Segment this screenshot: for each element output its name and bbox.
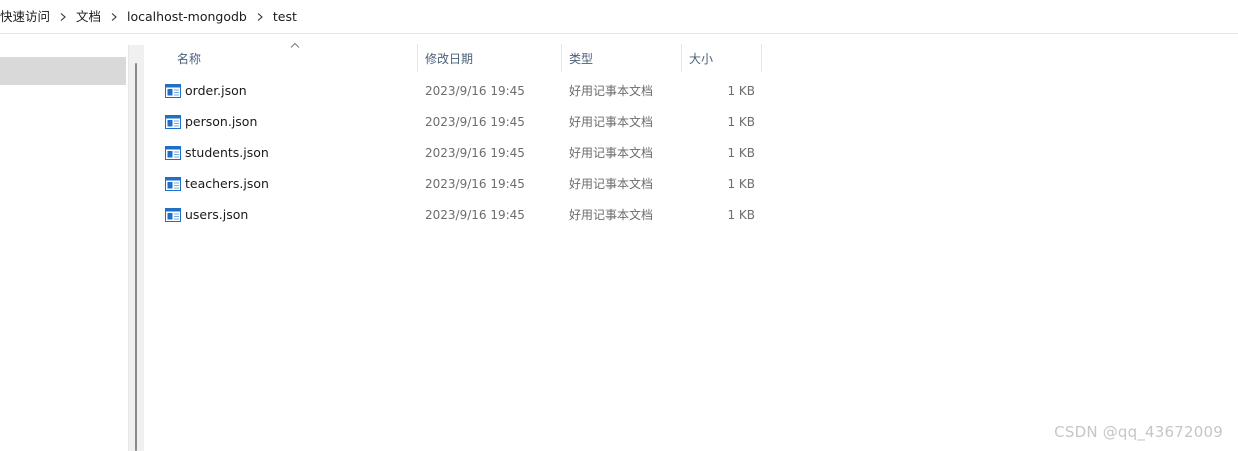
column-header-label: 名称 — [177, 51, 202, 66]
breadcrumb-item-documents[interactable]: 文档 — [72, 6, 105, 28]
breadcrumb-item-localhost-mongodb[interactable]: localhost-mongodb — [123, 6, 251, 28]
file-type: 好用记事本文档 — [569, 84, 654, 98]
file-row[interactable]: order.json 2023/9/16 19:45 好用记事本文档 1 KB — [161, 77, 763, 105]
nav-selected-item[interactable] — [0, 57, 126, 85]
file-explorer-window: 快速访问 文档 localhost-mongodb test 名称 修改日期 类… — [0, 0, 1238, 451]
file-date: 2023/9/16 19:45 — [425, 208, 525, 222]
file-size: 1 KB — [727, 84, 755, 98]
column-header-date[interactable]: 修改日期 — [417, 44, 561, 72]
breadcrumb: 快速访问 文档 localhost-mongodb test — [0, 0, 1238, 34]
breadcrumb-item-quick-access[interactable]: 快速访问 — [0, 6, 54, 28]
column-header-label: 类型 — [569, 51, 594, 66]
file-name: person.json — [185, 114, 258, 129]
file-size: 1 KB — [727, 177, 755, 191]
file-row[interactable]: teachers.json 2023/9/16 19:45 好用记事本文档 1 … — [161, 170, 763, 198]
notepad-document-icon — [165, 177, 181, 191]
file-date: 2023/9/16 19:45 — [425, 115, 525, 129]
file-name: users.json — [185, 207, 249, 222]
navigation-pane — [0, 34, 128, 451]
notepad-document-icon — [165, 208, 181, 222]
file-date: 2023/9/16 19:45 — [425, 146, 525, 160]
column-header-size[interactable]: 大小 — [681, 44, 761, 72]
file-row[interactable]: students.json 2023/9/16 19:45 好用记事本文档 1 … — [161, 139, 763, 167]
file-date: 2023/9/16 19:45 — [425, 177, 525, 191]
file-type: 好用记事本文档 — [569, 208, 654, 222]
file-name: order.json — [185, 83, 247, 98]
column-divider[interactable] — [761, 44, 762, 72]
file-type: 好用记事本文档 — [569, 146, 654, 160]
notepad-document-icon — [165, 146, 181, 160]
column-header-type[interactable]: 类型 — [561, 44, 681, 72]
scrollbar-thumb[interactable] — [135, 63, 137, 451]
file-row[interactable]: users.json 2023/9/16 19:45 好用记事本文档 1 KB — [161, 201, 763, 229]
file-row[interactable]: person.json 2023/9/16 19:45 好用记事本文档 1 KB — [161, 108, 763, 136]
file-size: 1 KB — [727, 146, 755, 160]
navigation-scrollbar[interactable] — [128, 45, 144, 451]
file-name: teachers.json — [185, 176, 269, 191]
file-size: 1 KB — [727, 115, 755, 129]
file-size: 1 KB — [727, 208, 755, 222]
breadcrumb-item-test[interactable]: test — [269, 6, 301, 28]
file-type: 好用记事本文档 — [569, 115, 654, 129]
column-header-label: 修改日期 — [425, 51, 474, 66]
chevron-right-icon[interactable] — [54, 6, 72, 28]
file-type: 好用记事本文档 — [569, 177, 654, 191]
notepad-document-icon — [165, 115, 181, 129]
file-date: 2023/9/16 19:45 — [425, 84, 525, 98]
watermark: CSDN @qq_43672009 — [1054, 423, 1223, 441]
file-name: students.json — [185, 145, 269, 160]
chevron-right-icon[interactable] — [105, 6, 123, 28]
file-list: 名称 修改日期 类型 大小 order.json 2023/9/16 19:45… — [145, 34, 1238, 451]
column-header-name[interactable]: 名称 — [169, 44, 417, 72]
notepad-document-icon — [165, 84, 181, 98]
column-header-label: 大小 — [689, 51, 714, 66]
chevron-right-icon[interactable] — [251, 6, 269, 28]
